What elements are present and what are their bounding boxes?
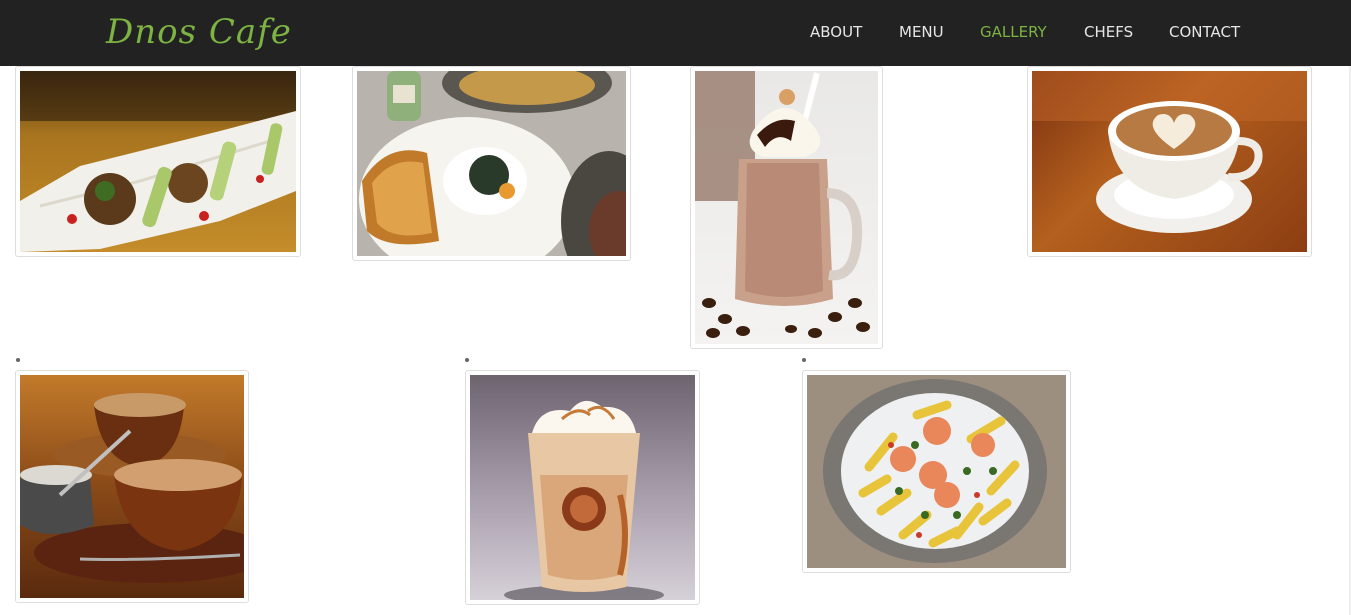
gallery-item-frappe[interactable] — [465, 370, 700, 605]
chocolate-milkshake-jar-photo — [695, 71, 878, 344]
brand-logo-link[interactable]: Dnos Cafe — [106, 6, 292, 58]
iced-frappe-cup-photo — [470, 375, 695, 600]
latte-art-cup-photo — [1032, 71, 1307, 252]
nav-link-gallery[interactable]: GALLERY — [980, 22, 1047, 42]
gallery-item-pasta[interactable] — [802, 370, 1071, 573]
nav-link-menu[interactable]: MENU — [899, 22, 944, 42]
nav-link-contact[interactable]: CONTACT — [1169, 22, 1240, 42]
gallery-item-latte[interactable] — [1027, 66, 1312, 257]
list-bullet — [802, 358, 806, 362]
nav-link-about[interactable]: ABOUT — [810, 22, 862, 42]
toast-and-egg-plate-photo — [357, 71, 626, 256]
top-navbar: Dnos Cafe ABOUT MENU GALLERY CHEFS CONTA… — [0, 0, 1351, 66]
gallery-item-toast-plate[interactable] — [352, 66, 631, 261]
gallery-item-milkshake[interactable] — [690, 66, 883, 349]
gallery-item-cappuccino[interactable] — [15, 370, 249, 603]
appetizer-platter-photo — [20, 71, 296, 252]
list-bullet — [465, 358, 469, 362]
shrimp-penne-pasta-photo — [807, 375, 1066, 568]
list-bullet — [16, 358, 20, 362]
cappuccino-cups-photo — [20, 375, 244, 598]
nav-link-chefs[interactable]: CHEFS — [1084, 22, 1133, 42]
gallery-item-appetizer[interactable] — [15, 66, 301, 257]
